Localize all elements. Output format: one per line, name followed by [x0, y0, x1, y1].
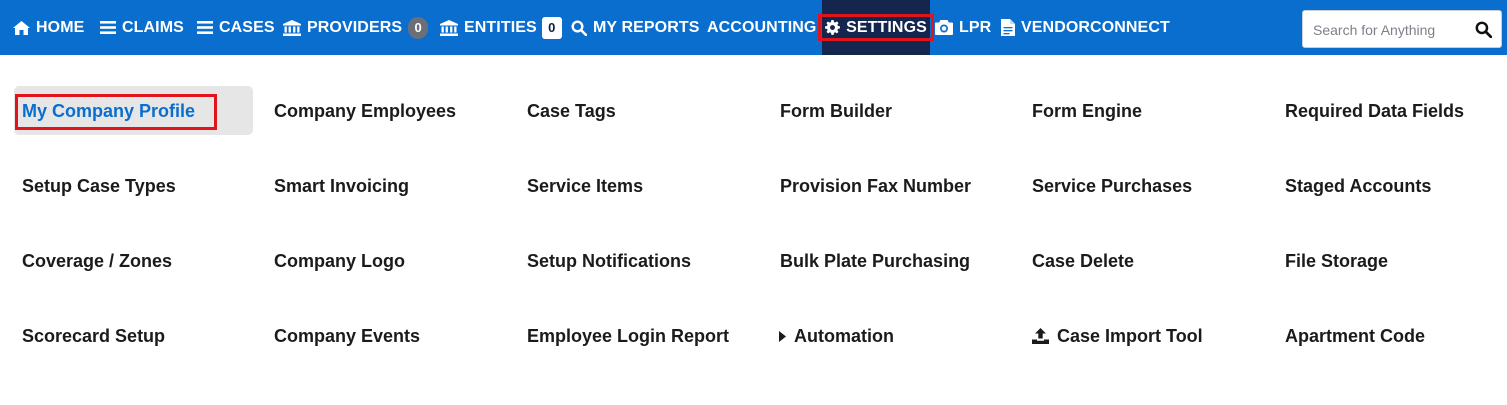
nav-my-reports-label: MY REPORTS	[593, 18, 700, 36]
settings-item-company-logo[interactable]: Company Logo	[274, 250, 405, 272]
settings-item-service-items[interactable]: Service Items	[527, 175, 643, 197]
nav-claims-label: CLAIMS	[122, 18, 184, 36]
nav-accounting[interactable]: ACCOUNTING	[707, 0, 816, 55]
search-input[interactable]	[1311, 11, 1465, 49]
nav-cases[interactable]: CASES	[197, 0, 275, 55]
upload-icon	[1032, 328, 1049, 344]
settings-item-service-purchases[interactable]: Service Purchases	[1032, 175, 1192, 197]
gear-icon	[825, 20, 840, 35]
settings-item-employee-login-report[interactable]: Employee Login Report	[527, 325, 729, 347]
settings-item-setup-case-types[interactable]: Setup Case Types	[22, 175, 176, 197]
nav-home[interactable]: HOME	[13, 0, 84, 55]
menu-lines-icon	[197, 21, 213, 34]
bank-icon	[440, 19, 458, 36]
bank-icon	[283, 19, 301, 36]
home-icon	[13, 20, 30, 35]
settings-menu-grid: My Company Profile Company Employees Cas…	[0, 55, 1507, 405]
settings-item-setup-notifications[interactable]: Setup Notifications	[527, 250, 691, 272]
settings-item-bulk-plate-purchasing[interactable]: Bulk Plate Purchasing	[780, 250, 970, 272]
nav-cases-label: CASES	[219, 18, 275, 36]
nav-vendorconnect[interactable]: VENDORCONNECT	[1001, 0, 1170, 55]
settings-item-apartment-code[interactable]: Apartment Code	[1285, 325, 1425, 347]
nav-lpr[interactable]: LPR	[935, 0, 991, 55]
settings-item-my-company-profile[interactable]: My Company Profile	[22, 100, 195, 122]
settings-item-coverage-zones[interactable]: Coverage / Zones	[22, 250, 172, 272]
global-search	[1302, 10, 1502, 49]
nav-lpr-label: LPR	[959, 18, 992, 36]
nav-providers[interactable]: PROVIDERS 0	[283, 0, 429, 55]
settings-item-smart-invoicing[interactable]: Smart Invoicing	[274, 175, 409, 197]
settings-item-company-employees[interactable]: Company Employees	[274, 100, 456, 122]
nav-my-reports[interactable]: MY REPORTS	[571, 0, 700, 55]
settings-item-staged-accounts[interactable]: Staged Accounts	[1285, 175, 1431, 197]
entities-count-badge: 0	[541, 16, 562, 39]
nav-settings[interactable]: SETTINGS	[818, 0, 934, 55]
settings-item-case-tags[interactable]: Case Tags	[527, 100, 616, 122]
nav-vendorconnect-label: VENDORCONNECT	[1021, 18, 1170, 36]
caret-right-icon	[779, 330, 786, 342]
nav-settings-label: SETTINGS	[846, 18, 927, 36]
nav-entities-label: ENTITIES	[464, 18, 537, 36]
settings-item-required-data-fields[interactable]: Required Data Fields	[1285, 100, 1464, 122]
settings-item-form-builder[interactable]: Form Builder	[780, 100, 892, 122]
nav-providers-label: PROVIDERS	[307, 18, 403, 36]
top-navigation-bar: HOME CLAIMS CASES PROVIDERS 0 ENTITIES 0…	[0, 0, 1507, 55]
settings-highlight-box: SETTINGS	[818, 14, 934, 41]
settings-item-provision-fax-number[interactable]: Provision Fax Number	[780, 175, 971, 197]
settings-item-company-events[interactable]: Company Events	[274, 325, 420, 347]
settings-item-case-delete[interactable]: Case Delete	[1032, 250, 1134, 272]
settings-item-scorecard-setup[interactable]: Scorecard Setup	[22, 325, 165, 347]
camera-icon	[935, 20, 953, 35]
providers-count-badge: 0	[408, 16, 429, 39]
settings-item-form-engine[interactable]: Form Engine	[1032, 100, 1142, 122]
nav-accounting-label: ACCOUNTING	[707, 18, 817, 36]
nav-entities[interactable]: ENTITIES 0	[440, 0, 562, 55]
settings-item-file-storage[interactable]: File Storage	[1285, 250, 1388, 272]
search-icon[interactable]	[1475, 21, 1493, 43]
document-icon	[1001, 19, 1015, 36]
settings-item-automation[interactable]: Automation	[779, 325, 894, 347]
search-icon	[571, 19, 587, 36]
settings-item-case-import-tool[interactable]: Case Import Tool	[1032, 325, 1203, 347]
nav-claims[interactable]: CLAIMS	[100, 0, 184, 55]
menu-lines-icon	[100, 21, 116, 34]
nav-home-label: HOME	[36, 18, 85, 36]
